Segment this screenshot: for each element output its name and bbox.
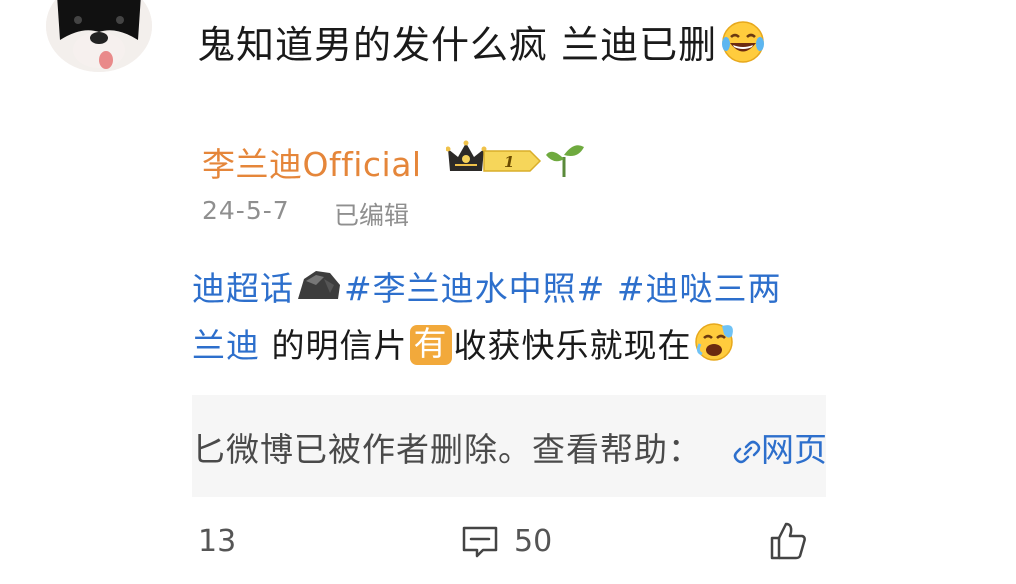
deleted-notice-text: 匕微博已被作者删除。查看帮助： bbox=[192, 430, 702, 469]
svg-text:1: 1 bbox=[504, 153, 514, 171]
hashtag-link-1[interactable]: #李兰迪水中照# bbox=[344, 269, 605, 308]
author-name[interactable]: 李兰迪Official bbox=[202, 138, 422, 186]
you-chip: 有 bbox=[409, 325, 452, 365]
post-line-2: 兰迪 的明信片有收获快乐就现在 bbox=[192, 318, 738, 370]
web-link-label[interactable]: 网页 bbox=[761, 430, 827, 469]
comment-count[interactable]: 50 bbox=[514, 524, 552, 559]
rock-icon bbox=[294, 267, 344, 313]
avatar[interactable] bbox=[46, 0, 152, 72]
comment-icon[interactable] bbox=[461, 524, 499, 564]
comment-body: 鬼知道男的发什么疯 兰迪已删 bbox=[197, 23, 718, 67]
sprout-icon bbox=[546, 145, 584, 177]
post-text-b: 收获快乐就现在 bbox=[453, 326, 692, 365]
web-link[interactable]: 网页 bbox=[733, 423, 827, 474]
laughing-tears-icon bbox=[721, 20, 765, 73]
post-line-1: 迪超话 #李兰迪水中照# #迪哒三两 bbox=[192, 262, 781, 313]
post-date: 24-5-7 bbox=[202, 196, 290, 225]
topic-link[interactable]: 迪超话 bbox=[192, 269, 294, 308]
hashtag-link-2-cont[interactable]: 兰迪 bbox=[192, 326, 260, 365]
repost-count[interactable]: 13 bbox=[198, 524, 236, 559]
edited-label[interactable]: 已编辑 bbox=[334, 196, 409, 232]
level-badge-icon: 1 bbox=[483, 150, 542, 172]
crying-emoji-icon bbox=[692, 318, 738, 370]
comment-text: 鬼知道男的发什么疯 兰迪已删 bbox=[197, 14, 765, 73]
post-text-a: 的明信片 bbox=[260, 326, 408, 365]
link-icon bbox=[733, 435, 761, 474]
author-badges: 1 bbox=[445, 137, 586, 185]
crown-badge-icon bbox=[445, 140, 487, 171]
hashtag-link-2[interactable]: #迪哒三两 bbox=[617, 269, 782, 308]
like-icon[interactable] bbox=[768, 520, 808, 566]
